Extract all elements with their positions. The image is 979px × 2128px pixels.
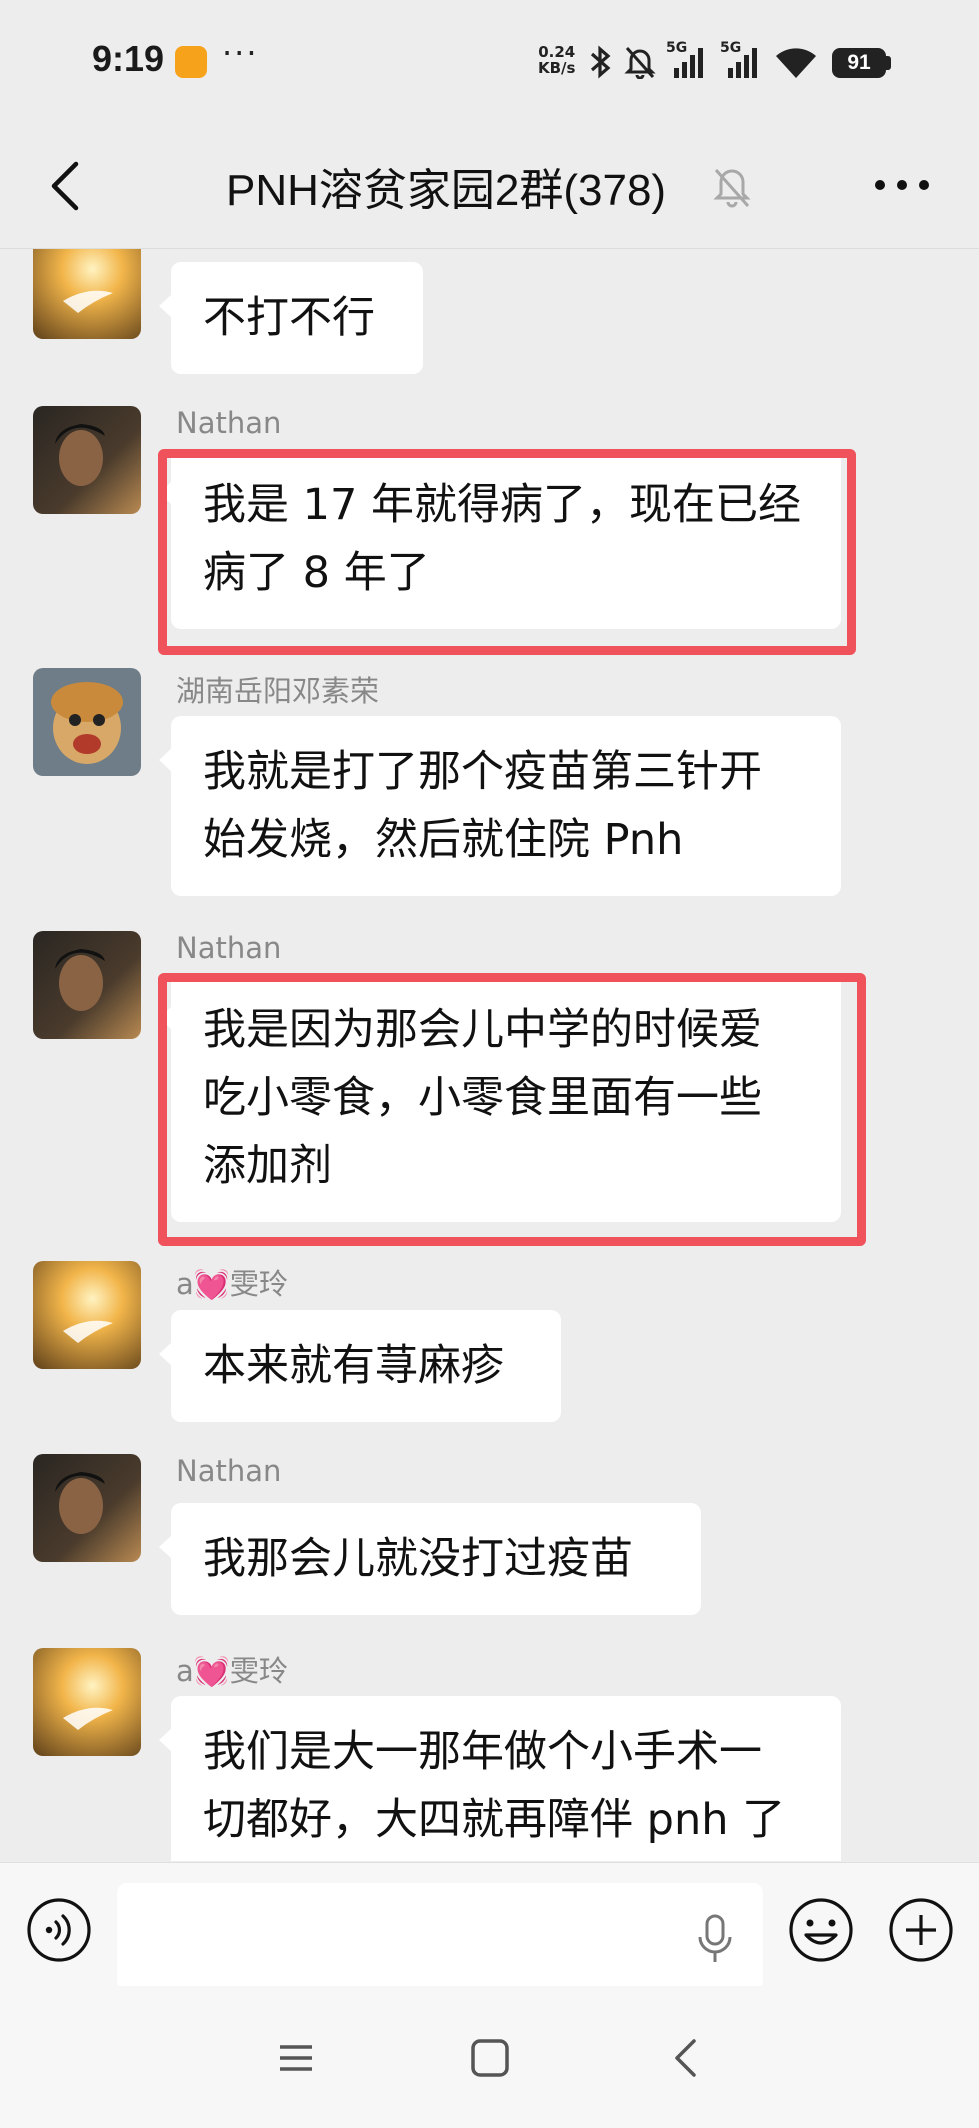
avatar[interactable]: [33, 249, 141, 339]
message-line: 我们是大一那年做个小手术一: [203, 1727, 762, 1777]
message-bubble[interactable]: 我是 17 年就得病了，现在已经 病了 8 年了: [159, 449, 841, 629]
avatar[interactable]: [33, 1261, 141, 1369]
input-bar: [0, 1862, 979, 1991]
net-speed-value: 0.24: [538, 43, 576, 61]
sender-name: a💓雯玲: [176, 1654, 288, 1688]
message-list[interactable]: 不打不行 Nathan 我是 17 年就得病了，现在已经 病了 8 年了 湖南岳…: [0, 249, 979, 1861]
back-arrow-icon[interactable]: [36, 156, 96, 216]
net-speed: 0.24 KB/s: [538, 44, 575, 76]
avatar[interactable]: [33, 1648, 141, 1756]
bell-muted-icon: [713, 169, 751, 208]
avatar[interactable]: [33, 1454, 141, 1562]
voice-icon[interactable]: [26, 1897, 92, 1963]
message-bubble[interactable]: 我那会儿就没打过疫苗: [159, 1503, 701, 1615]
nav-back-icon[interactable]: [668, 2036, 704, 2080]
sender-name: Nathan: [176, 1454, 282, 1488]
message-line: 我是 17 年就得病了，现在已经: [203, 480, 802, 530]
message-bubble[interactable]: 本来就有荨麻疹: [159, 1310, 561, 1422]
signal-icon-2: 5G: [720, 40, 764, 80]
system-nav-bar: [0, 1986, 979, 2128]
message-line: 吃小零食，小零食里面有一些: [203, 1073, 762, 1123]
message-line: 本来就有荨麻疹: [203, 1341, 504, 1391]
app-notification-icon: [175, 46, 207, 78]
net-speed-unit: KB/s: [538, 59, 576, 77]
message-bubble[interactable]: 我就是打了那个疫苗第三针开 始发烧，然后就住院 Pnh: [159, 716, 841, 896]
status-time: 9:19: [92, 38, 165, 79]
sender-name: Nathan: [176, 931, 282, 965]
chat-title: PNH溶贫家园2群(378): [226, 166, 667, 215]
message-line: 切都好，大四就再障伴 pnh 了: [203, 1795, 786, 1845]
message-bubble[interactable]: 我是因为那会儿中学的时候爱 吃小零食，小零食里面有一些 添加剂: [159, 974, 841, 1222]
signal-icon-1: 5G: [666, 40, 710, 80]
microphone-icon[interactable]: [695, 1913, 735, 1965]
emoji-icon[interactable]: [788, 1897, 854, 1963]
sender-name: Nathan: [176, 406, 282, 440]
battery-tip: [886, 56, 891, 70]
message-input[interactable]: [117, 1883, 763, 1991]
message-line: 添加剂: [203, 1141, 332, 1191]
avatar[interactable]: [33, 668, 141, 776]
wifi-icon: [776, 48, 816, 78]
message-bubble[interactable]: 不打不行: [159, 262, 423, 374]
menu-icon[interactable]: [276, 2038, 316, 2078]
message-line: 始发烧，然后就住院 Pnh: [203, 815, 684, 865]
sender-name: a💓雯玲: [176, 1267, 288, 1301]
sender-name: 湖南岳阳邓素荣: [176, 674, 380, 708]
message-line: 不打不行: [203, 293, 375, 343]
bluetooth-icon: [590, 45, 611, 79]
home-icon[interactable]: [468, 2036, 512, 2080]
message-line: 病了 8 年了: [203, 548, 430, 598]
battery-indicator: 91: [832, 48, 886, 78]
message-line: 我那会儿就没打过疫苗: [203, 1534, 633, 1584]
status-bar: 9:19 ··· 0.24 KB/s 5G 5G 91: [0, 0, 979, 124]
bell-muted-status-icon: [624, 46, 656, 79]
message-line: 我是因为那会儿中学的时候爱: [203, 1005, 762, 1055]
avatar[interactable]: [33, 406, 141, 514]
avatar[interactable]: [33, 931, 141, 1039]
message-line: 我就是打了那个疫苗第三针开: [203, 747, 762, 797]
status-more-indicator: ···: [222, 34, 259, 72]
more-dots-icon[interactable]: [870, 160, 934, 210]
message-bubble[interactable]: 我们是大一那年做个小手术一 切都好，大四就再障伴 pnh 了: [159, 1696, 841, 1861]
chat-header: PNH溶贫家园2群(378): [0, 124, 979, 249]
plus-icon[interactable]: [888, 1897, 954, 1963]
